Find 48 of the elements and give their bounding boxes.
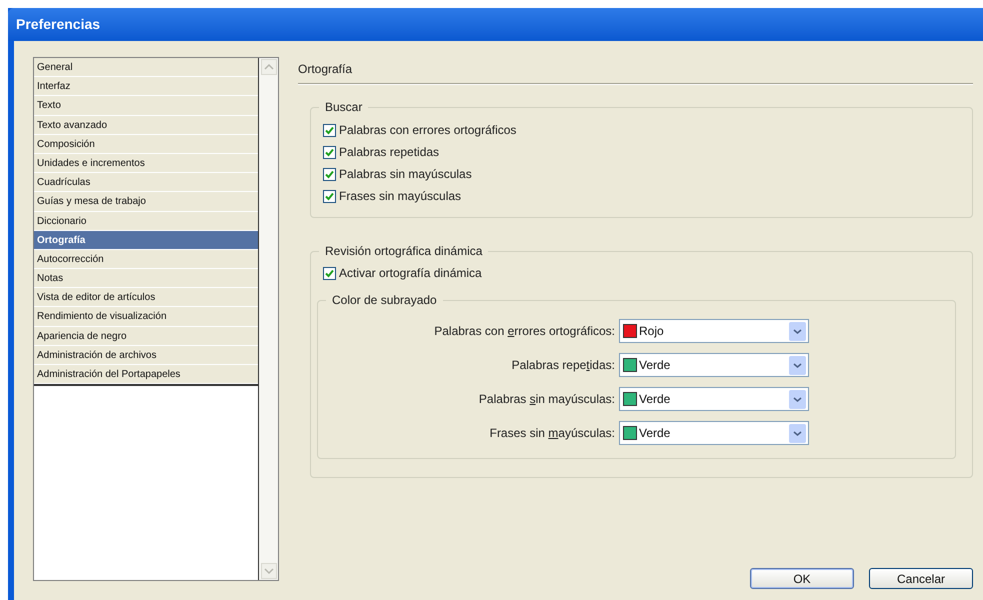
checkbox[interactable]: Palabras sin mayúsculas	[323, 163, 472, 185]
color-dropdown[interactable]: Verde	[619, 387, 809, 411]
checkbox[interactable]: Frases sin mayúsculas	[323, 185, 462, 207]
chevron-down-icon[interactable]	[789, 390, 806, 408]
sidebar-item[interactable]: Administración de archivos	[34, 346, 258, 365]
checkmark-icon	[325, 148, 334, 156]
checkbox[interactable]: Palabras repetidas	[323, 141, 440, 163]
sidebar-item[interactable]: Autocorrección	[34, 250, 258, 270]
sidebar-item[interactable]: Apariencia de negro	[34, 326, 258, 346]
sidebar-item[interactable]: Rendimiento de visualización	[34, 307, 258, 327]
field-label: Palabras repetidas:	[512, 357, 615, 374]
field-label: Palabras con errores ortográficos:	[434, 323, 615, 340]
sidebar-item[interactable]: Interfaz	[34, 77, 258, 96]
dropdown-value: Rojo	[639, 323, 665, 340]
group-title: Revisión ortográfica dinámica	[319, 243, 488, 259]
sidebar-item[interactable]: Cuadrículas	[34, 173, 258, 192]
dropdown-value: Verde	[639, 357, 672, 374]
sidebar-item[interactable]: Vista de editor de artículos	[34, 288, 258, 308]
color-dropdown[interactable]: Verde	[619, 421, 809, 445]
field-label: Palabras sin mayúsculas:	[478, 391, 615, 408]
chevron-down-icon[interactable]	[789, 424, 806, 442]
dialog-button[interactable]: Cancelar	[869, 568, 973, 589]
section-title: Ortografía	[298, 62, 352, 76]
dropdown-value: Verde	[639, 391, 672, 408]
color-dropdown[interactable]: Verde	[619, 353, 809, 377]
sidebar-item[interactable]: Unidades e incrementos	[34, 154, 258, 174]
sidebar-item[interactable]: Ortografía	[34, 230, 258, 250]
checkmark-icon	[325, 170, 334, 178]
sidebar-item[interactable]: General	[34, 58, 258, 78]
field-label: Frases sin mayúsculas:	[490, 425, 615, 442]
sidebar-item[interactable]: Texto avanzado	[34, 116, 258, 135]
sidebar-item[interactable]: Administración del Portapapeles	[34, 365, 258, 384]
sidebar-item[interactable]: Texto	[34, 96, 258, 116]
checkmark-icon	[325, 268, 334, 278]
checkbox[interactable]: Palabras con errores ortográficos	[323, 119, 516, 141]
sidebar-item[interactable]: Guías y mesa de trabajo	[34, 192, 258, 212]
chevron-down-icon[interactable]	[789, 322, 806, 340]
chevron-down-icon[interactable]	[789, 356, 806, 374]
window-title: Preferencias	[16, 15, 100, 34]
dialog-button[interactable]: OK	[750, 568, 854, 589]
sidebar-item[interactable]: Composición	[34, 134, 258, 154]
color-dropdown[interactable]: Rojo	[619, 319, 809, 343]
checkmark-icon	[325, 192, 334, 200]
checkmark-icon	[325, 126, 334, 134]
group-title: Color de subrayado	[326, 292, 443, 308]
checkbox[interactable]: Activar ortografía dinámica	[323, 262, 482, 284]
dropdown-value: Verde	[639, 425, 672, 442]
sidebar-item[interactable]: Notas	[34, 269, 258, 288]
